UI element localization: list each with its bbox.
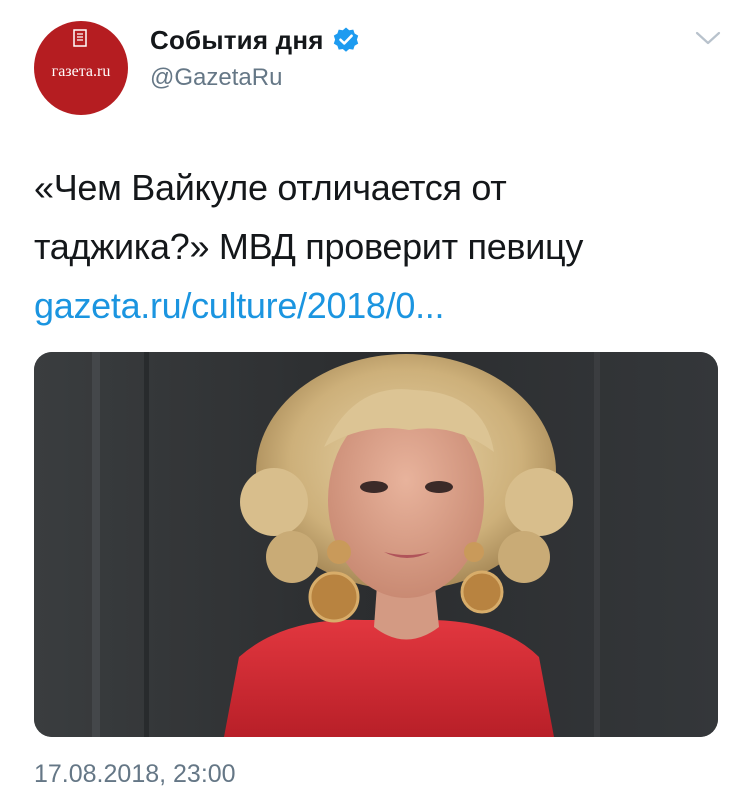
display-name[interactable]: События дня bbox=[150, 25, 324, 56]
tweet-text: «Чем Вайкуле отличается от таджика?» МВД… bbox=[34, 158, 724, 335]
tweet-card: газета.ru События дня @GazetaRu «Чем Вай… bbox=[0, 0, 750, 806]
newspaper-logo-icon bbox=[73, 29, 87, 47]
media-photo[interactable] bbox=[34, 352, 718, 737]
timestamp[interactable]: 17.08.2018, 23:00 bbox=[34, 760, 236, 789]
avatar[interactable]: газета.ru bbox=[34, 21, 128, 115]
tweet-text-line1: «Чем Вайкуле отличается от bbox=[34, 167, 507, 208]
handle[interactable]: @GazetaRu bbox=[150, 64, 360, 92]
chevron-down-icon[interactable] bbox=[694, 28, 722, 48]
name-row: События дня bbox=[150, 22, 360, 58]
article-link[interactable]: gazeta.ru/culture/2018/0... bbox=[34, 276, 724, 335]
author-block: События дня @GazetaRu bbox=[150, 22, 360, 92]
photo-illustration bbox=[34, 352, 718, 737]
tweet-text-line2: таджика?» МВД проверит певицу bbox=[34, 226, 584, 267]
avatar-logo-text: газета.ru bbox=[51, 63, 111, 80]
verified-badge-icon bbox=[333, 27, 358, 52]
